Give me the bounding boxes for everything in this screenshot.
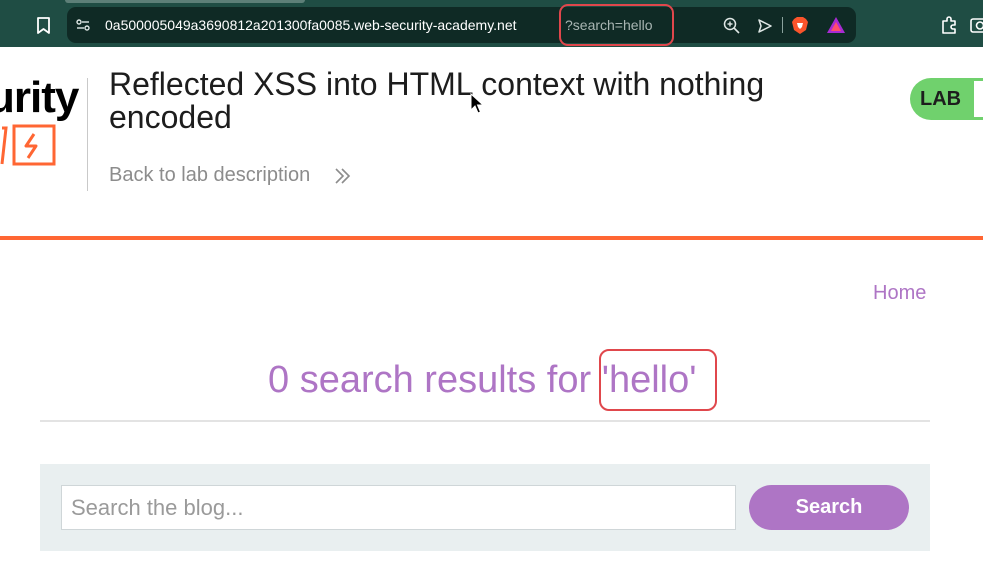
back-to-lab-link[interactable]: Back to lab description [109,164,310,187]
site-settings-icon[interactable] [75,17,91,33]
extensions-icon[interactable] [940,15,960,35]
search-form: Search [40,464,930,551]
results-divider [40,420,930,422]
send-icon[interactable] [757,18,773,34]
mouse-cursor-icon [470,93,484,114]
bookmark-icon[interactable] [34,16,53,35]
search-button[interactable]: Search [749,485,909,530]
search-input[interactable] [61,485,736,530]
double-chevron-right-icon[interactable] [334,166,352,186]
home-link[interactable]: Home [873,282,926,305]
toolbar-separator [782,17,783,33]
zoom-icon[interactable] [723,17,740,34]
header-rule [0,236,983,240]
logo-text: urity [0,73,79,122]
lab-title: Reflected XSS into HTML context with not… [109,66,765,135]
url-host: 0a500005049a3690812a201300fa0085.web-sec… [105,17,517,33]
lab-badge-status [974,81,983,117]
lab-badge-label: LAB [920,88,962,110]
logo-bolt-icon [0,124,56,166]
academy-logo[interactable]: urity [0,72,90,172]
brave-shields-icon[interactable] [791,16,809,35]
search-term-highlight [599,349,717,411]
header-divider [87,78,88,191]
lab-status-badge: LAB [910,78,983,120]
screenshot-icon[interactable] [970,16,983,34]
rewards-icon[interactable] [826,16,846,34]
address-bar[interactable]: 0a500005049a3690812a201300fa0085.web-sec… [67,7,856,43]
active-tab-indicator [65,0,305,3]
browser-toolbar: 0a500005049a3690812a201300fa0085.web-sec… [0,0,983,47]
url-query-highlight [559,4,674,46]
